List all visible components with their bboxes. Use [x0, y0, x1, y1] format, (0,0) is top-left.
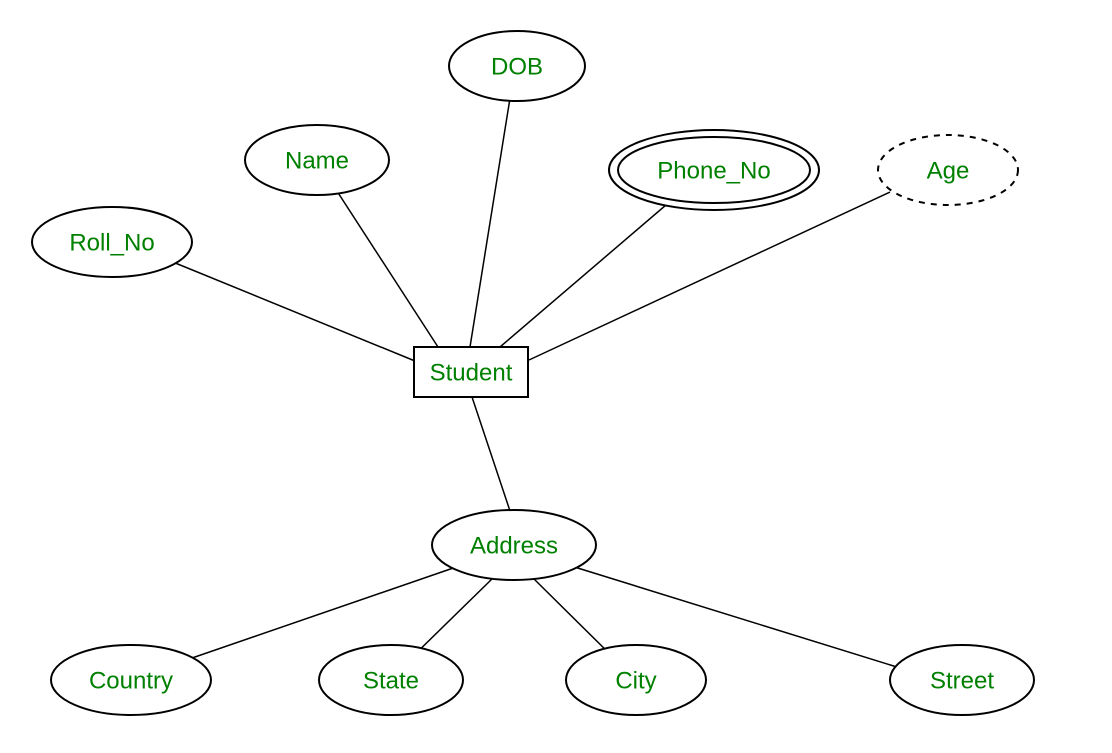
attribute-city-label: City: [615, 667, 656, 694]
attribute-street: Street: [890, 645, 1034, 715]
attribute-country-label: Country: [89, 667, 173, 694]
attribute-city: City: [566, 645, 706, 715]
attribute-roll-no-label: Roll_No: [69, 229, 154, 256]
edge-student-phoneno: [500, 193, 680, 347]
er-diagram: Student Roll_No Name DOB Phone_No Age Ad…: [0, 0, 1112, 753]
edge-student-address: [472, 397, 510, 511]
attribute-address-label: Address: [470, 532, 558, 559]
attribute-street-label: Street: [930, 667, 994, 694]
attribute-dob-label: DOB: [491, 53, 543, 80]
entity-student-label: Student: [430, 359, 513, 386]
attribute-state-label: State: [363, 667, 419, 694]
attribute-phone-no: Phone_No: [609, 130, 819, 210]
edge-student-dob: [470, 92, 511, 347]
entity-student: Student: [414, 347, 528, 397]
edge-student-name: [333, 185, 438, 347]
attribute-name-label: Name: [285, 147, 349, 174]
edge-student-rollno: [163, 258, 415, 361]
attribute-age-label: Age: [927, 157, 970, 184]
attribute-roll-no: Roll_No: [32, 207, 192, 277]
attribute-address: Address: [432, 510, 596, 580]
attribute-state: State: [319, 645, 463, 715]
attribute-country: Country: [51, 645, 211, 715]
attribute-dob: DOB: [449, 31, 585, 101]
attribute-age: Age: [878, 135, 1018, 205]
attribute-name: Name: [245, 125, 389, 195]
attribute-phone-no-label: Phone_No: [657, 157, 770, 184]
